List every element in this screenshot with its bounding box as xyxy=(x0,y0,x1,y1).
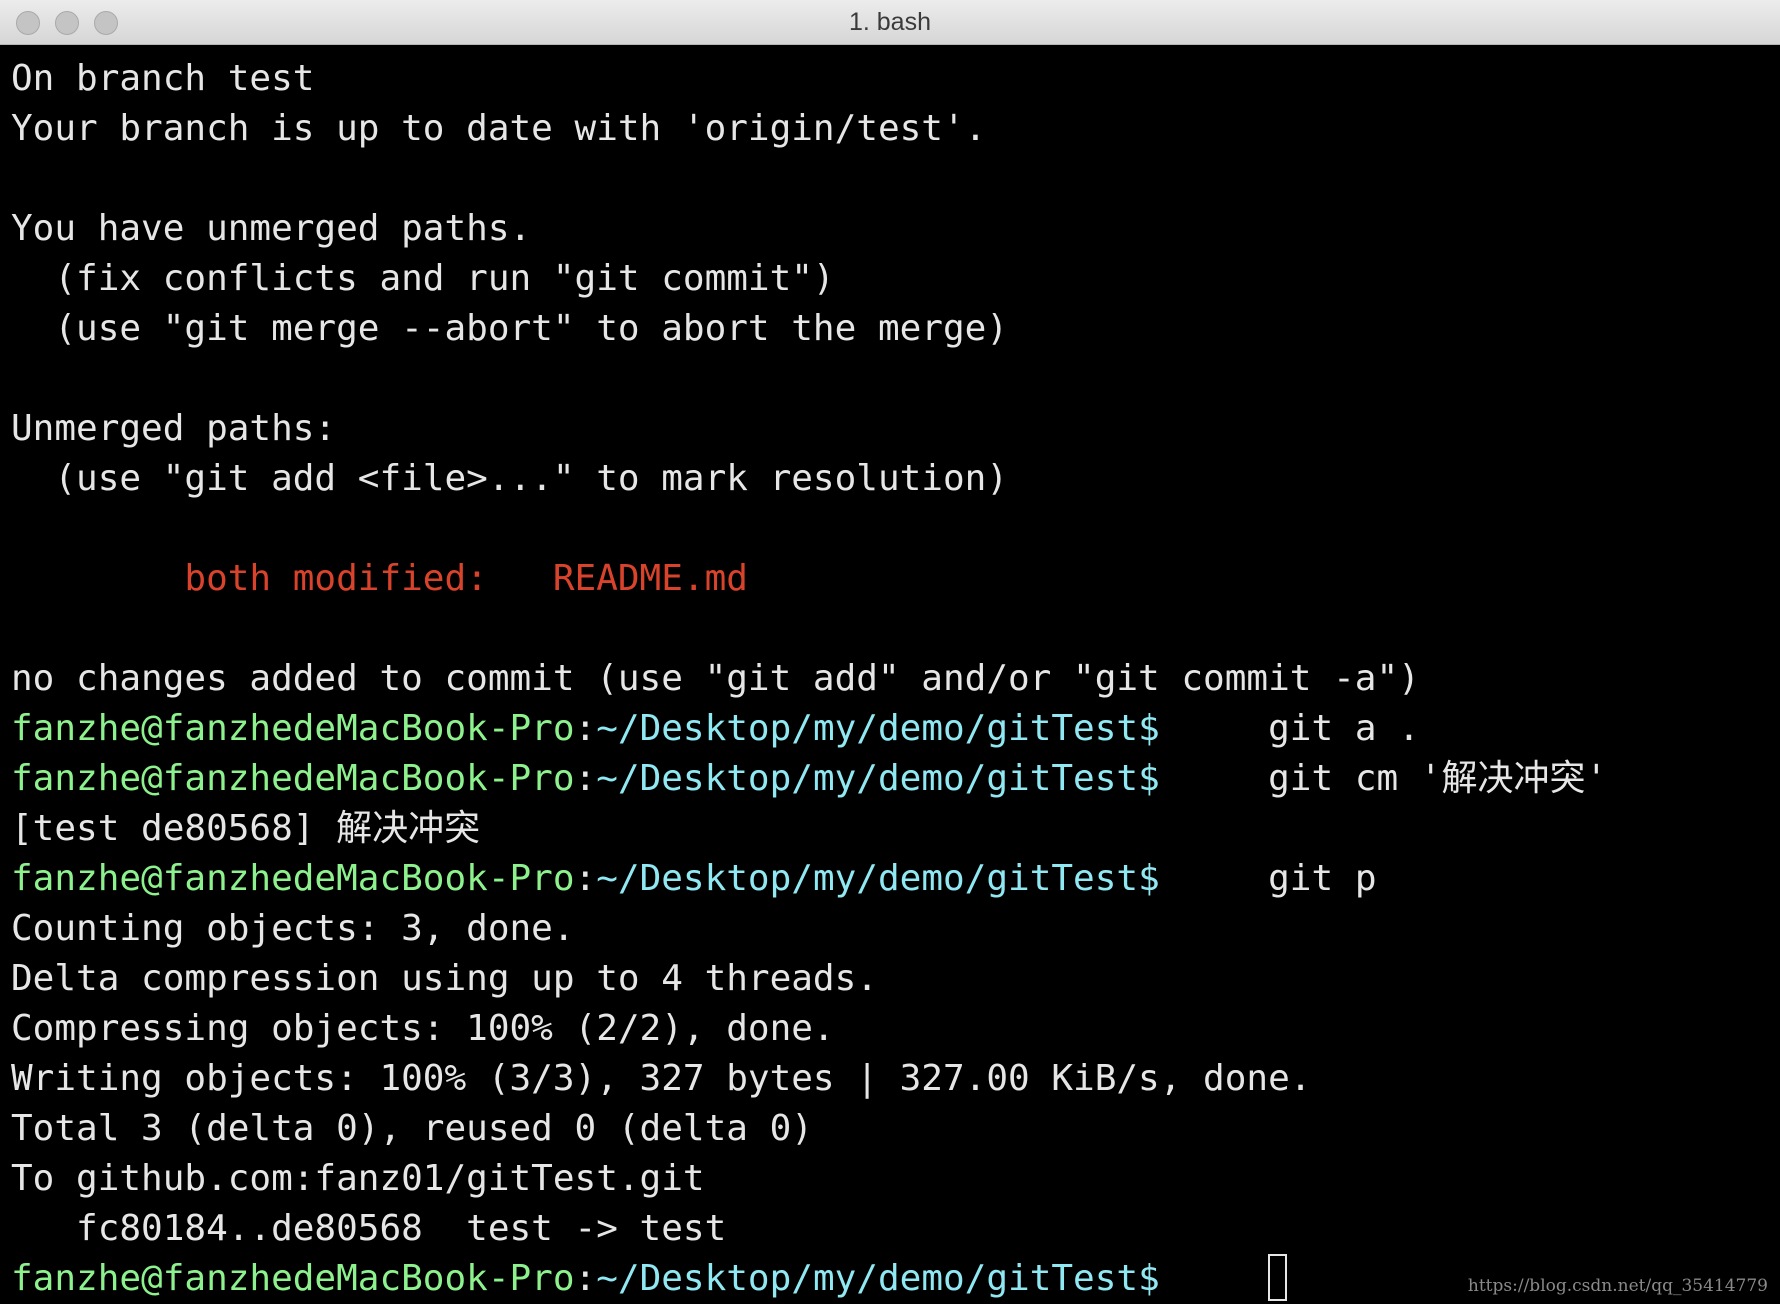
terminal-line: You have unmerged paths. xyxy=(11,208,532,249)
conflict-line: both modified: README.md xyxy=(11,554,1780,604)
terminal-line: (use "git merge --abort" to abort the me… xyxy=(11,308,1008,349)
watermark: https://blog.csdn.net/qq_35414779 xyxy=(1467,1276,1768,1296)
conflict-label: both modified: xyxy=(184,558,553,599)
terminal-line: On branch test xyxy=(11,58,315,99)
title-bar: 1. bash xyxy=(0,0,1780,45)
text-cursor xyxy=(1268,1253,1288,1301)
command-spacing xyxy=(1160,1258,1268,1299)
prompt-colon: : xyxy=(574,758,597,799)
terminal-line: To github.com:fanz01/gitTest.git xyxy=(11,1158,705,1199)
conflict-indent xyxy=(11,558,184,599)
command-text: git p xyxy=(1159,858,1377,899)
prompt-path: ~/Desktop/my/demo/gitTest$ xyxy=(596,708,1160,749)
prompt-path: ~/Desktop/my/demo/gitTest$ xyxy=(596,758,1160,799)
prompt-line: fanzhe@fanzhedeMacBook-Pro:~/Desktop/my/… xyxy=(11,854,1780,904)
window-title: 1. bash xyxy=(848,8,931,36)
command-text: git a . xyxy=(1159,708,1420,749)
prompt-user: fanzhe@fanzhedeMacBook-Pro xyxy=(11,708,575,749)
prompt-path: ~/Desktop/my/demo/gitTest$ xyxy=(596,1258,1160,1299)
prompt-user: fanzhe@fanzhedeMacBook-Pro xyxy=(11,858,575,899)
terminal-output[interactable]: On branch test Your branch is up to date… xyxy=(11,54,1780,1304)
terminal-window: 1. bash On branch test Your branch is up… xyxy=(0,0,1780,1304)
prompt-line: fanzhe@fanzhedeMacBook-Pro:~/Desktop/my/… xyxy=(11,754,1780,804)
terminal-line: Delta compression using up to 4 threads. xyxy=(11,958,878,999)
terminal-line: Compressing objects: 100% (2/2), done. xyxy=(11,1008,835,1049)
prompt-user: fanzhe@fanzhedeMacBook-Pro xyxy=(11,758,575,799)
terminal-line: Counting objects: 3, done. xyxy=(11,908,575,949)
prompt-user: fanzhe@fanzhedeMacBook-Pro xyxy=(11,1258,575,1299)
terminal-line: Unmerged paths: xyxy=(11,408,337,449)
terminal-line: (use "git add <file>..." to mark resolut… xyxy=(11,458,1008,499)
terminal-line: Your branch is up to date with 'origin/t… xyxy=(11,108,987,149)
prompt-colon: : xyxy=(574,858,597,899)
terminal-line: no changes added to commit (use "git add… xyxy=(11,658,1420,699)
terminal-line: [test de80568] 解决冲突 xyxy=(11,808,481,849)
command-text: git cm '解决冲突' xyxy=(1159,758,1608,799)
prompt-colon: : xyxy=(574,708,597,749)
terminal-line: fc80184..de80568 test -> test xyxy=(11,1208,727,1249)
terminal-line: Total 3 (delta 0), reused 0 (delta 0) xyxy=(11,1108,813,1149)
prompt-colon: : xyxy=(574,1258,597,1299)
prompt-path: ~/Desktop/my/demo/gitTest$ xyxy=(596,858,1160,899)
terminal-line: (fix conflicts and run "git commit") xyxy=(11,258,835,299)
terminal-line: Writing objects: 100% (3/3), 327 bytes |… xyxy=(11,1058,1312,1099)
prompt-line: fanzhe@fanzhedeMacBook-Pro:~/Desktop/my/… xyxy=(11,704,1780,754)
conflict-file: README.md xyxy=(552,558,748,599)
